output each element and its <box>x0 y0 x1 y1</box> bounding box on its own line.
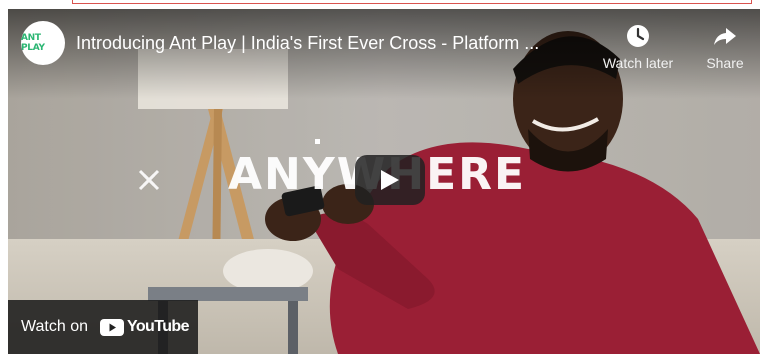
share-label: Share <box>706 55 744 71</box>
play-icon <box>381 170 399 190</box>
share-button[interactable]: Share <box>680 23 760 71</box>
youtube-logo: YouTube <box>100 318 189 336</box>
channel-logo-text: ANT PLAY <box>21 33 45 53</box>
watch-on-youtube-link[interactable]: Watch on YouTube <box>8 300 198 354</box>
clock-icon <box>627 25 649 47</box>
video-title-link[interactable]: Introducing Ant Play | India's First Eve… <box>76 33 596 54</box>
share-arrow-icon <box>714 28 736 45</box>
page-top-strip <box>0 0 769 8</box>
red-outline-edge <box>72 0 752 4</box>
youtube-embed-player[interactable]: ANYWHERE ANT PLAY Introducing Ant Play |… <box>8 9 760 354</box>
youtube-logo-icon <box>100 318 124 336</box>
watch-later-label: Watch later <box>602 55 674 71</box>
youtube-wordmark: YouTube <box>127 318 189 335</box>
channel-avatar[interactable]: ANT PLAY <box>21 21 65 65</box>
watch-later-button[interactable]: Watch later <box>593 23 683 71</box>
play-button[interactable] <box>355 155 425 205</box>
watch-on-label: Watch on <box>21 318 88 335</box>
